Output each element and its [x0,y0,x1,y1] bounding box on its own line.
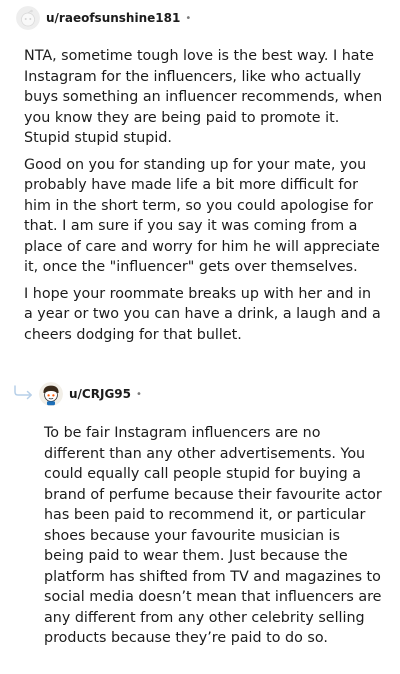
avatar[interactable] [16,6,40,30]
meta-separator: • [136,388,142,400]
comment-paragraph: Good on you for standing up for your mat… [24,156,380,276]
comment-username[interactable]: u/CRJG95 [69,387,131,401]
comment-header: u/raeofsunshine181 • [16,6,191,30]
comment-paragraph: To be fair Instagram influencers are no … [44,425,382,646]
comment-body: NTA, sometime tough love is the best way… [24,46,384,351]
avatar[interactable] [39,382,63,406]
snoo-avatar-icon [39,382,63,406]
comment-paragraph: I hope your roommate breaks up with her … [24,285,381,343]
comment-username[interactable]: u/raeofsunshine181 [46,11,180,25]
snoo-avatar-icon [16,6,40,30]
comment-paragraph: NTA, sometime tough love is the best way… [24,48,383,146]
meta-separator: • [185,12,192,24]
comment-header: u/CRJG95 • [39,382,142,406]
comment-body: To be fair Instagram influencers are no … [44,423,384,655]
reply-arrow-icon [14,385,32,400]
